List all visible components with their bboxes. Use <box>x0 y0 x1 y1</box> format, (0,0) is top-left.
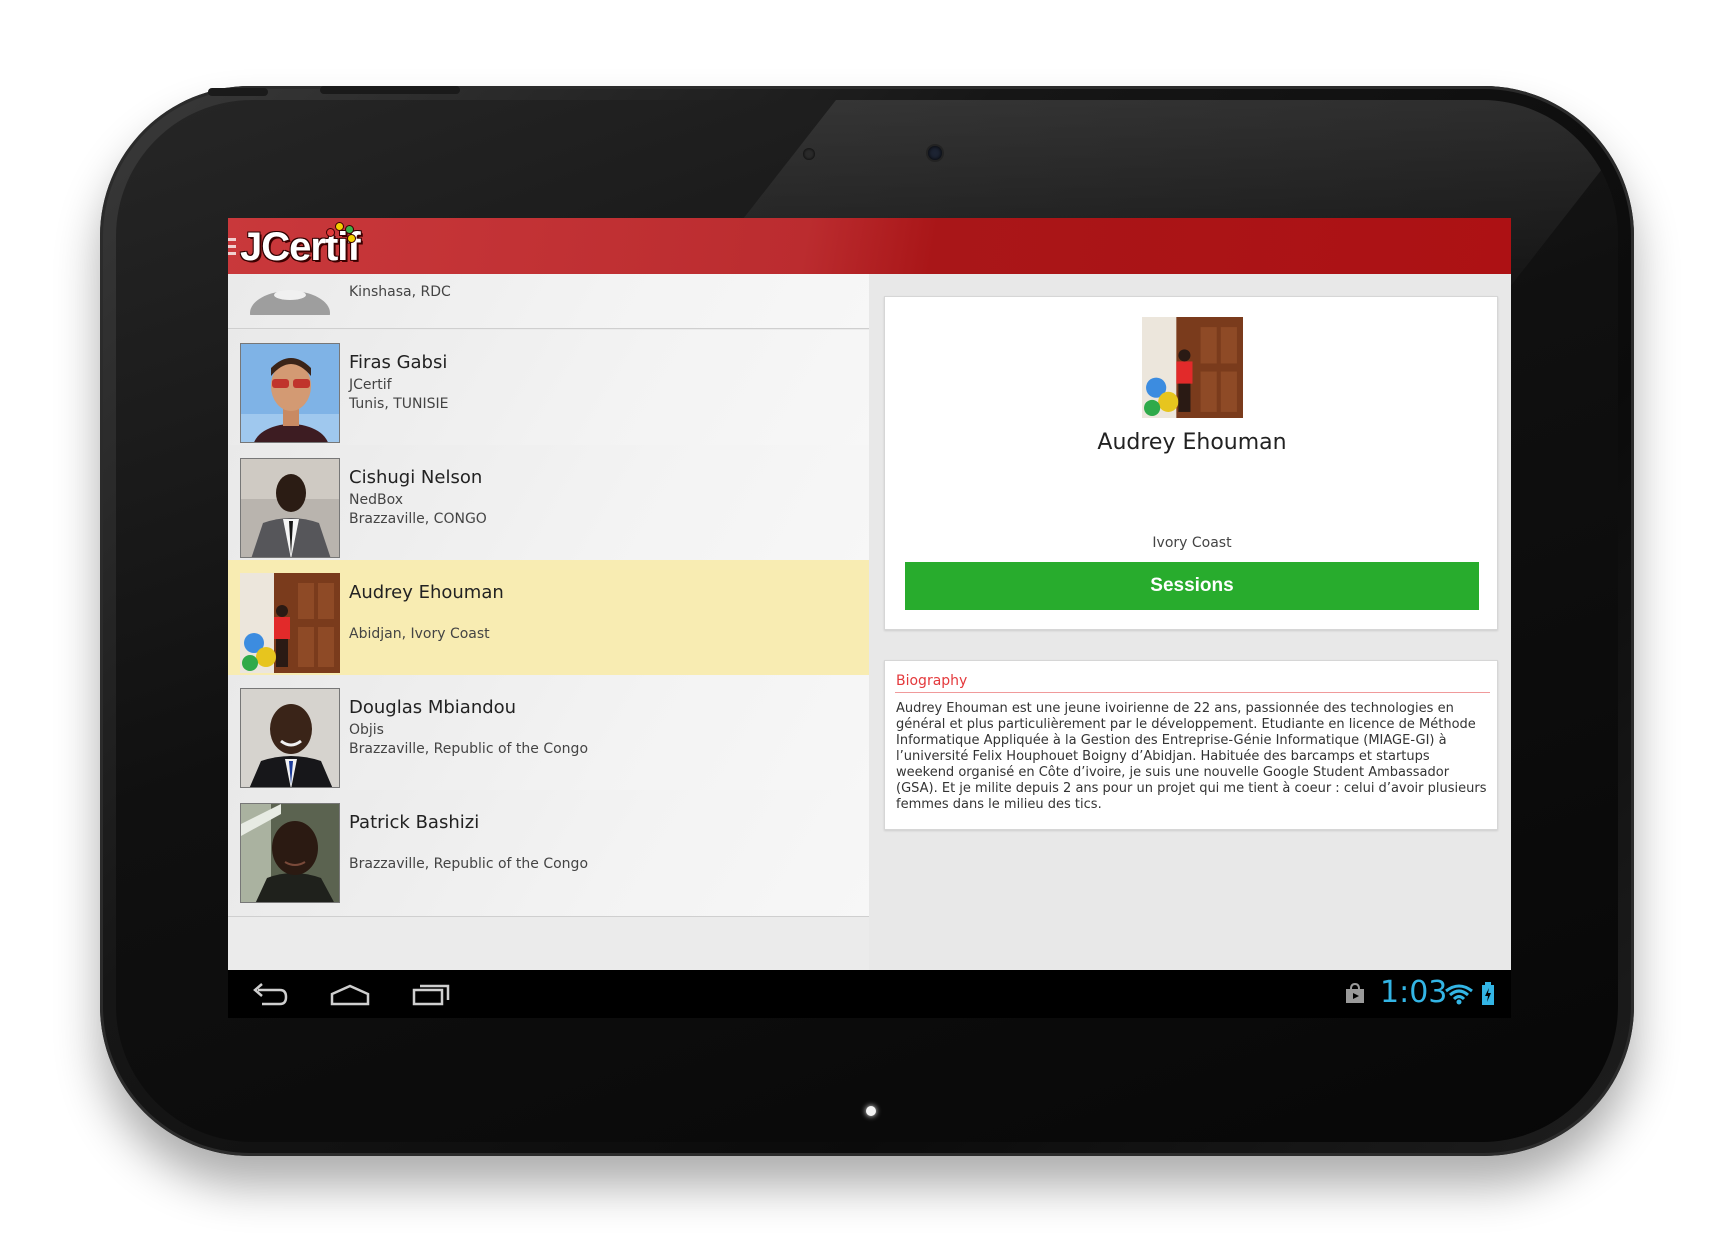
logo-dots <box>320 220 360 243</box>
speaker-name: Douglas Mbiandou <box>349 697 517 718</box>
speaker-row-text: Douglas Mbiandou Objis Brazzaville, Repu… <box>349 695 849 759</box>
screen: JCertif Kinshasa, RDC Firas Gabsi JCerti… <box>228 218 1511 1018</box>
notification-led <box>866 1106 876 1116</box>
speaker-company: NedBox <box>349 492 403 508</box>
speaker-detail-location: Ivory Coast <box>1152 535 1232 551</box>
speaker-avatar <box>240 688 340 788</box>
action-bar: JCertif <box>228 218 1511 274</box>
speaker-name: Cishugi Nelson <box>349 467 483 488</box>
speaker-location: Kinshasa, RDC <box>349 284 451 300</box>
play-store-icon <box>1346 983 1364 1003</box>
speaker-placeholder-avatar <box>240 274 340 315</box>
speaker-company: JCertif <box>349 377 392 393</box>
drawer-menu-icon[interactable] <box>228 238 236 259</box>
biography-title: Biography <box>896 673 968 689</box>
speaker-row[interactable]: Douglas Mbiandou Objis Brazzaville, Repu… <box>228 675 869 802</box>
speaker-row-text: Cishugi Nelson NedBox Brazzaville, CONGO <box>349 465 849 529</box>
wifi-icon <box>1445 984 1473 1005</box>
battery-icon <box>1482 982 1494 1005</box>
speaker-location: Brazzaville, CONGO <box>349 511 487 527</box>
home-icon[interactable] <box>328 980 372 1008</box>
speaker-row-text: Patrick Bashizi Brazzaville, Republic of… <box>349 810 849 874</box>
speaker-name: Patrick Bashizi <box>349 812 480 833</box>
speaker-row-text: Kinshasa, RDC <box>349 283 849 302</box>
speaker-row[interactable]: Cishugi Nelson NedBox Brazzaville, CONGO <box>228 445 869 572</box>
speaker-avatar <box>240 343 340 443</box>
speaker-detail-photo <box>1142 317 1243 418</box>
speaker-location: Abidjan, Ivory Coast <box>349 626 490 642</box>
volume-button <box>208 88 268 96</box>
speaker-location: Brazzaville, Republic of the Congo <box>349 741 589 757</box>
speaker-detail-name: Audrey Ehouman <box>1097 430 1287 455</box>
speaker-location: Brazzaville, Republic of the Congo <box>349 856 589 872</box>
power-button <box>320 86 460 94</box>
sessions-button[interactable]: Sessions <box>905 562 1479 610</box>
speaker-profile-card: Audrey Ehouman Ivory Coast Sessions <box>884 296 1498 630</box>
app-logo[interactable]: JCertif <box>240 220 361 272</box>
back-icon[interactable] <box>250 980 290 1008</box>
speaker-list[interactable]: Kinshasa, RDC Firas Gabsi JCertif Tunis,… <box>228 274 869 970</box>
front-camera <box>928 146 942 160</box>
biography-text: Audrey Ehouman est une jeune ivoirienne … <box>896 701 1487 812</box>
speaker-avatar <box>240 573 340 673</box>
biography-divider <box>895 692 1490 693</box>
speaker-detail-pane: Audrey Ehouman Ivory Coast Sessions Biog… <box>869 274 1511 970</box>
speaker-company <box>349 606 849 625</box>
light-sensor <box>803 148 815 160</box>
speaker-avatar <box>240 803 340 903</box>
speaker-row-text: Firas Gabsi JCertif Tunis, TUNISIE <box>349 350 849 414</box>
speaker-row-selected[interactable]: Audrey Ehouman Abidjan, Ivory Coast <box>228 560 869 687</box>
speaker-row[interactable]: Patrick Bashizi Brazzaville, Republic of… <box>228 790 869 917</box>
speaker-name: Firas Gabsi <box>349 352 448 373</box>
recents-icon[interactable] <box>410 980 454 1008</box>
system-navigation-bar: 1:03 <box>228 970 1511 1018</box>
speaker-avatar <box>240 458 340 558</box>
stage: JCertif Kinshasa, RDC Firas Gabsi JCerti… <box>0 0 1730 1248</box>
status-clock: 1:03 <box>1380 975 1448 1010</box>
biography-card: Biography Audrey Ehouman est une jeune i… <box>884 660 1498 830</box>
speaker-row[interactable]: Kinshasa, RDC <box>228 274 869 329</box>
speaker-name: Audrey Ehouman <box>349 582 504 603</box>
speaker-row-text: Audrey Ehouman Abidjan, Ivory Coast <box>349 580 849 644</box>
speaker-row[interactable]: Firas Gabsi JCertif Tunis, TUNISIE <box>228 330 869 457</box>
speaker-company: Objis <box>349 722 384 738</box>
speaker-company <box>349 836 849 855</box>
speaker-location: Tunis, TUNISIE <box>349 396 449 412</box>
